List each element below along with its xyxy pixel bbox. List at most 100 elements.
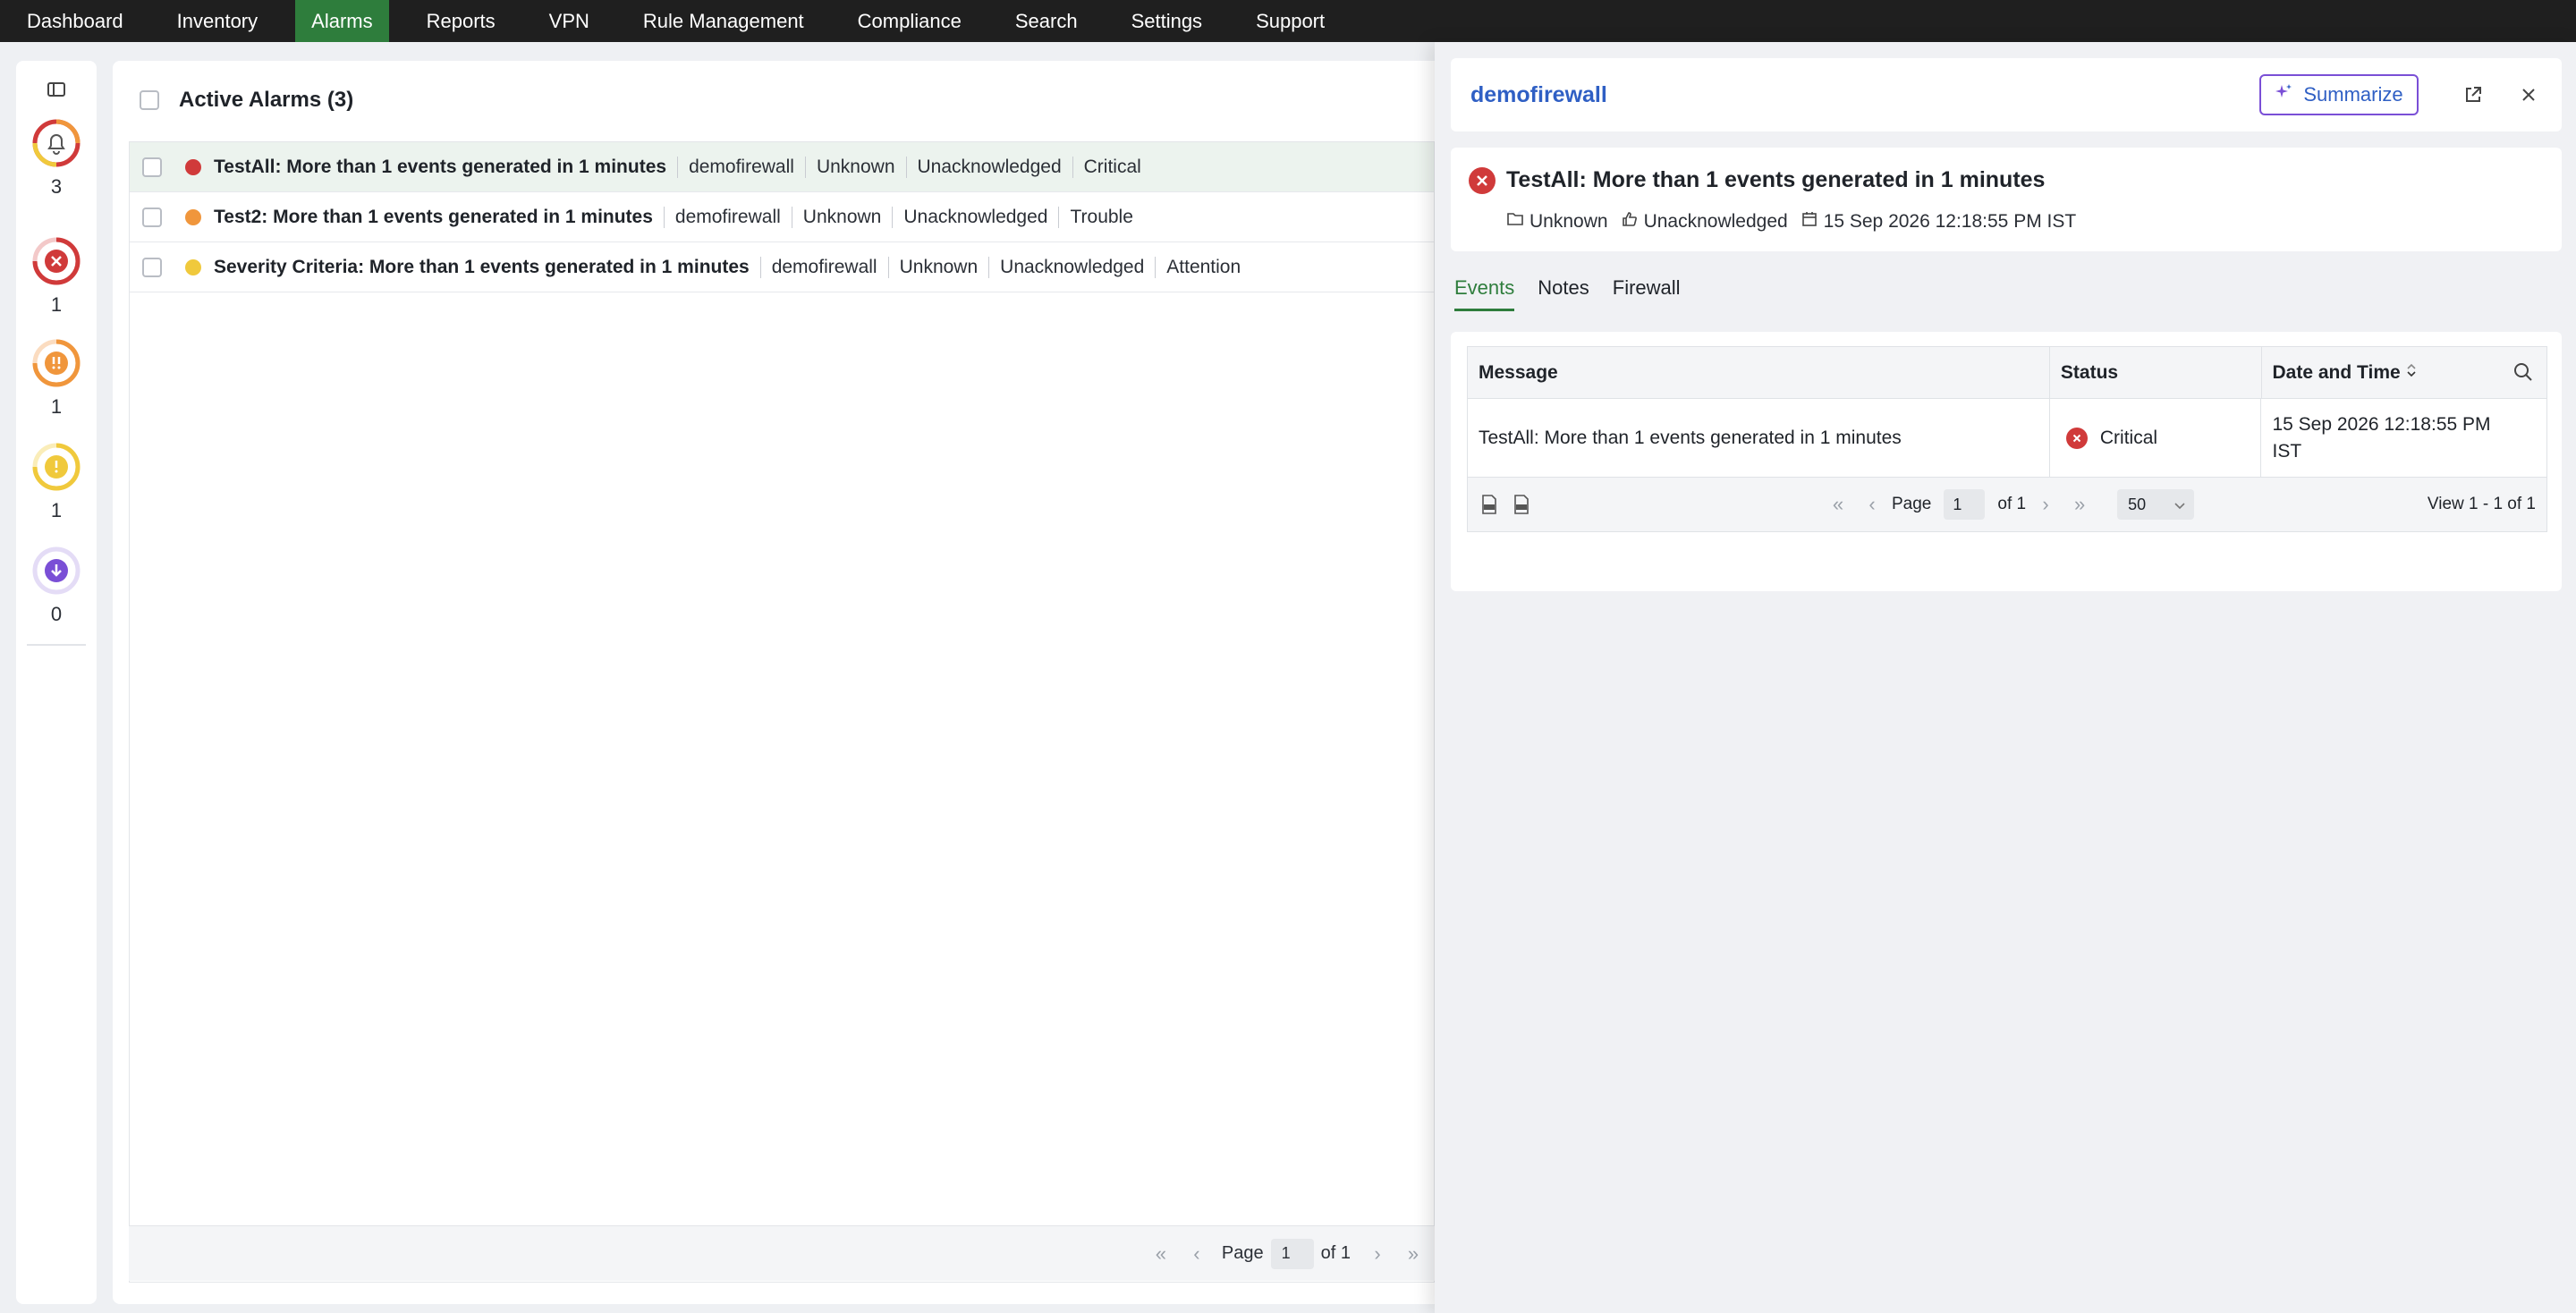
trouble-count: 1 <box>50 395 63 418</box>
alarm-category: Unknown <box>804 156 906 178</box>
page-label: Page <box>1892 495 1932 513</box>
datetime-value: 15 Sep 2026 12:18:55 PM IST <box>1823 211 2077 232</box>
alarms-list-panel: Active Alarms (3) TestAll: More than 1 e… <box>113 61 1615 1304</box>
last-page-icon[interactable]: » <box>1395 1242 1431 1266</box>
datetime-meta: 15 Sep 2026 12:18:55 PM IST <box>1801 210 2077 233</box>
alarms-list: TestAll: More than 1 events generated in… <box>129 141 1435 1283</box>
alarm-ack-status: Unacknowledged <box>988 256 1155 278</box>
alarm-severity: Attention <box>1155 256 1251 278</box>
alarm-device: demofirewall <box>677 156 805 178</box>
nav-alarms[interactable]: Alarms <box>295 0 389 42</box>
alarm-name: Test2: More than 1 events generated in 1… <box>214 206 653 227</box>
alarm-detail-drawer: demofirewall Summarize TestAll: More tha… <box>1435 42 2576 1313</box>
next-page-icon[interactable]: › <box>1360 1242 1395 1266</box>
calendar-icon <box>1801 210 1818 233</box>
nav-dashboard[interactable]: Dashboard <box>11 0 140 42</box>
xls-export-icon[interactable] <box>1513 494 1532 515</box>
events-card: Message Status Date and Time TestAll: Mo… <box>1451 332 2562 591</box>
alarm-category: Unknown <box>791 206 893 228</box>
nav-vpn[interactable]: VPN <box>533 0 606 42</box>
nav-reports[interactable]: Reports <box>411 0 512 42</box>
critical-count: 1 <box>50 293 63 316</box>
alarms-list-header: Active Alarms (3) <box>140 88 353 113</box>
events-pagination: « ‹ Page 1 of 1 › » 50 <box>1824 489 2195 520</box>
critical-alarms-stat[interactable]: 1 <box>16 236 97 317</box>
trouble-alarms-stat[interactable]: 1 <box>16 338 97 419</box>
thumbs-up-icon <box>1621 210 1639 233</box>
alarm-severity: Critical <box>1072 156 1152 178</box>
prev-page-icon[interactable]: ‹ <box>1179 1242 1215 1266</box>
summarize-label: Summarize <box>2303 83 2403 106</box>
first-page-icon[interactable]: « <box>1143 1242 1179 1266</box>
nav-search[interactable]: Search <box>999 0 1094 42</box>
folder-icon <box>1506 211 1524 233</box>
category-meta: Unknown <box>1506 211 1608 233</box>
row-checkbox[interactable] <box>142 257 162 277</box>
category-value: Unknown <box>1530 211 1608 232</box>
top-nav: Dashboard Inventory Alarms Reports VPN R… <box>0 0 2576 42</box>
row-checkbox[interactable] <box>142 207 162 227</box>
x-circle-icon <box>31 236 81 286</box>
nav-rule-management[interactable]: Rule Management <box>627 0 820 42</box>
double-exclamation-icon <box>31 338 81 388</box>
events-table-header: Message Status Date and Time <box>1468 347 2546 399</box>
critical-icon <box>1469 167 1496 194</box>
page-size-select[interactable]: 50 <box>2117 489 2195 520</box>
alarm-title: TestAll: More than 1 events generated in… <box>1506 167 2046 192</box>
device-link[interactable]: demofirewall <box>1470 82 1607 108</box>
column-header-datetime[interactable]: Date and Time <box>2262 347 2546 398</box>
column-header-message[interactable]: Message <box>1468 347 2050 398</box>
ack-value: Unacknowledged <box>1643 211 1788 232</box>
select-all-checkbox[interactable] <box>140 90 159 110</box>
clear-alarms-stat[interactable]: 0 <box>16 546 97 626</box>
datetime-header-label: Date and Time <box>2272 361 2401 383</box>
alarm-category: Unknown <box>887 256 989 278</box>
column-header-status[interactable]: Status <box>2050 347 2262 398</box>
total-alarms-stat[interactable]: 3 <box>16 118 97 199</box>
alarm-severity: Trouble <box>1058 206 1143 228</box>
critical-status-icon <box>2065 427 2088 449</box>
page-number-input[interactable]: 1 <box>1944 489 1986 520</box>
csv-export-icon[interactable] <box>1480 494 1500 515</box>
row-checkbox[interactable] <box>142 157 162 177</box>
last-page-icon[interactable]: » <box>2065 493 2094 516</box>
table-search-icon[interactable] <box>2512 361 2534 388</box>
event-message: TestAll: More than 1 events generated in… <box>1468 399 2050 477</box>
nav-inventory[interactable]: Inventory <box>161 0 275 42</box>
tab-firewall[interactable]: Firewall <box>1613 276 1681 311</box>
summarize-button[interactable]: Summarize <box>2259 74 2419 115</box>
nav-support[interactable]: Support <box>1240 0 1341 42</box>
alarm-meta: Unknown Unacknowledged 15 Sep 2026 12:18… <box>1506 210 2076 233</box>
down-arrow-icon <box>31 546 81 596</box>
exclamation-icon <box>31 442 81 492</box>
first-page-icon[interactable]: « <box>1824 493 1852 516</box>
page-size-value: 50 <box>2128 495 2147 513</box>
severity-dot <box>185 208 201 225</box>
detail-tabs: Events Notes Firewall <box>1454 276 1681 311</box>
alarm-name: Severity Criteria: More than 1 events ge… <box>214 256 750 277</box>
alarm-device: demofirewall <box>759 256 888 278</box>
event-status: Critical <box>2050 399 2262 477</box>
nav-compliance[interactable]: Compliance <box>842 0 978 42</box>
tab-events[interactable]: Events <box>1454 276 1515 311</box>
tab-notes[interactable]: Notes <box>1538 276 1589 311</box>
alarm-row[interactable]: Test2: More than 1 events generated in 1… <box>130 192 1434 242</box>
events-table: Message Status Date and Time TestAll: Mo… <box>1467 346 2547 532</box>
open-new-window-icon[interactable] <box>2460 81 2487 108</box>
alarms-pager: « ‹ Page 1 of 1 › » <box>129 1225 1435 1281</box>
table-row[interactable]: TestAll: More than 1 events generated in… <box>1468 399 2546 478</box>
chevron-down-icon <box>2174 496 2185 514</box>
collapse-sidebar-icon[interactable] <box>46 80 67 98</box>
view-range-label: View 1 - 1 of 1 <box>2427 495 2536 513</box>
alarm-row[interactable]: TestAll: More than 1 events generated in… <box>130 142 1434 192</box>
sort-icon[interactable] <box>2406 362 2417 384</box>
clear-count: 0 <box>50 603 63 625</box>
alarm-ack-status: Unacknowledged <box>905 156 1072 178</box>
alarm-row[interactable]: Severity Criteria: More than 1 events ge… <box>130 242 1434 292</box>
close-icon[interactable] <box>2515 81 2542 108</box>
prev-page-icon[interactable]: ‹ <box>1858 493 1886 516</box>
nav-settings[interactable]: Settings <box>1115 0 1219 42</box>
next-page-icon[interactable]: › <box>2031 493 2060 516</box>
page-number-input[interactable]: 1 <box>1270 1238 1314 1269</box>
attention-alarms-stat[interactable]: 1 <box>16 442 97 522</box>
